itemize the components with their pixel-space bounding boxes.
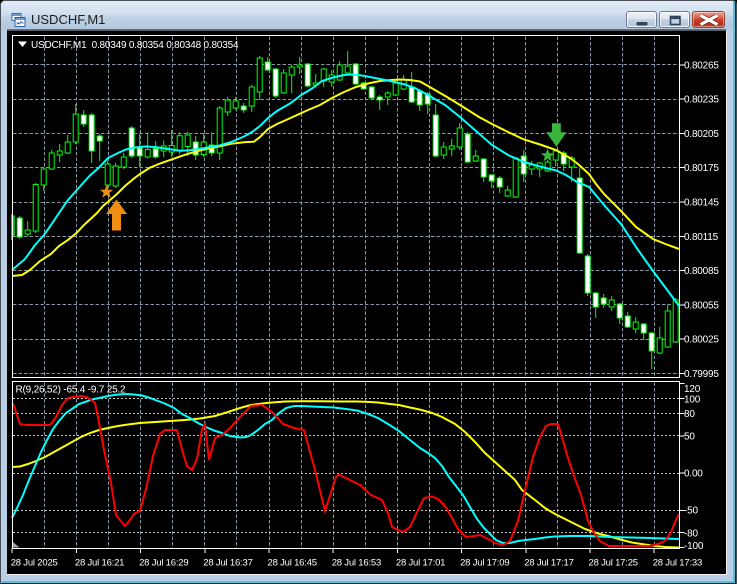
svg-text:0.00: 0.00 [684, 469, 703, 480]
svg-text:-100: -100 [684, 541, 704, 552]
svg-text:100: 100 [684, 395, 701, 406]
svg-text:0.80145: 0.80145 [684, 198, 719, 209]
svg-text:28 Jul 17:33: 28 Jul 17:33 [653, 558, 702, 569]
svg-text:50: 50 [684, 432, 695, 443]
svg-text:0.80025: 0.80025 [684, 335, 719, 346]
svg-text:28 Jul 16:21: 28 Jul 16:21 [75, 558, 124, 569]
svg-text:0.80055: 0.80055 [684, 300, 719, 311]
svg-text:28 Jul 16:37: 28 Jul 16:37 [203, 558, 252, 569]
svg-text:28 Jul 17:25: 28 Jul 17:25 [589, 558, 638, 569]
svg-text:0.80235: 0.80235 [684, 95, 719, 106]
svg-text:-50: -50 [684, 506, 698, 517]
svg-text:0.80175: 0.80175 [684, 163, 719, 174]
svg-text:28 Jul 16:53: 28 Jul 16:53 [332, 558, 381, 569]
svg-text:0.79995: 0.79995 [684, 369, 719, 380]
svg-text:0.80265: 0.80265 [684, 60, 719, 71]
svg-text:28 Jul 16:29: 28 Jul 16:29 [139, 558, 188, 569]
svg-text:28 Jul 17:09: 28 Jul 17:09 [460, 558, 509, 569]
svg-text:28 Jul 17:01: 28 Jul 17:01 [396, 558, 445, 569]
svg-text:0.80115: 0.80115 [684, 232, 719, 243]
svg-text:R(9,26,52) -65.4 -9.7 25.2: R(9,26,52) -65.4 -9.7 25.2 [16, 385, 127, 396]
svg-text:28 Jul 2025: 28 Jul 2025 [11, 558, 58, 569]
svg-text:80: 80 [684, 409, 695, 420]
svg-text:USDCHF,M1 0.80349 0.80354 0.8: USDCHF,M1 0.80349 0.80354 0.80348 0.8035… [31, 40, 239, 51]
svg-text:0.80205: 0.80205 [684, 129, 719, 140]
svg-text:120: 120 [684, 384, 701, 395]
svg-text:28 Jul 17:17: 28 Jul 17:17 [524, 558, 573, 569]
svg-text:28 Jul 16:45: 28 Jul 16:45 [268, 558, 317, 569]
svg-text:-80: -80 [684, 529, 698, 540]
svg-text:0.80085: 0.80085 [684, 266, 719, 277]
